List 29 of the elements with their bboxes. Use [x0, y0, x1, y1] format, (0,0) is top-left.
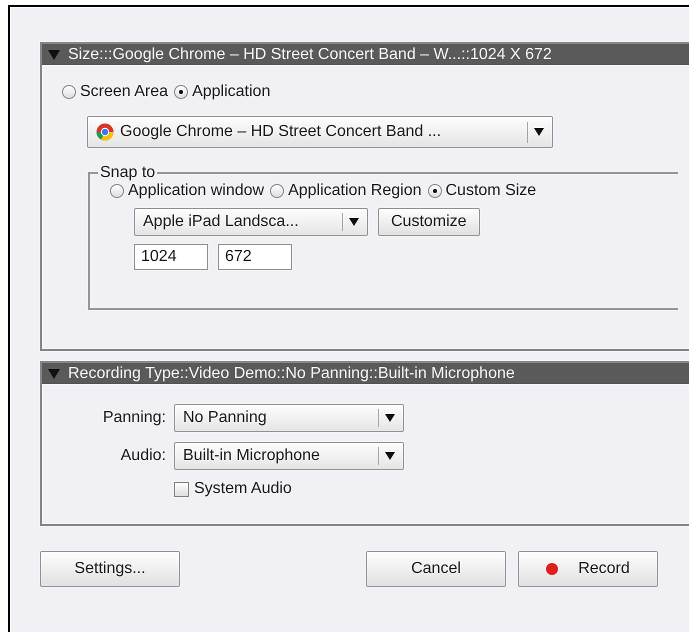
panning-dropdown[interactable]: No Panning [174, 404, 404, 432]
application-dropdown[interactable]: Google Chrome – HD Street Concert Band ... [87, 116, 553, 148]
section-header[interactable]: Recording Type::Video Demo::No Panning::Built-in Microphone [42, 363, 689, 384]
browser-icon [96, 123, 114, 141]
record-dot-icon [546, 563, 558, 575]
radio-option[interactable]: Application window [110, 182, 264, 200]
dropdown-arrow-icon [534, 128, 544, 136]
record-button[interactable]: Record [518, 551, 658, 587]
field-label: Audio: [120, 447, 166, 465]
radio-option[interactable]: Screen Area [62, 83, 168, 101]
height-field[interactable]: 672 [218, 244, 292, 270]
radio-option[interactable]: Application Region [270, 182, 422, 200]
preset-dropdown[interactable]: Apple iPad Landsca... [134, 208, 368, 236]
customize-button[interactable]: Customize [378, 208, 480, 236]
group-label: Snap to [99, 164, 156, 182]
section-title: Size:::Google Chrome – HD Street Concert Band – W...::1024 X 672 [68, 46, 552, 64]
section-title: Recording Type::Video Demo::No Panning::Built-in Microphone [68, 364, 515, 382]
dropdown-arrow-icon [385, 452, 395, 460]
dropdown-arrow-icon [385, 414, 395, 422]
audio-dropdown[interactable]: Built-in Microphone [174, 442, 404, 470]
width-field[interactable]: 1024 [134, 244, 208, 270]
settings-button[interactable]: Settings... [40, 551, 180, 587]
radio-option[interactable]: Application [174, 83, 270, 101]
system-audio-checkbox[interactable]: System Audio [174, 480, 292, 498]
section-header[interactable]: Size:::Google Chrome – HD Street Concert Band – W...::1024 X 672 [42, 44, 689, 65]
dropdown-arrow-icon [349, 218, 359, 226]
cancel-button[interactable]: Cancel [366, 551, 506, 587]
field-label: Panning: [102, 409, 166, 427]
radio-option[interactable]: Custom Size [428, 182, 536, 200]
